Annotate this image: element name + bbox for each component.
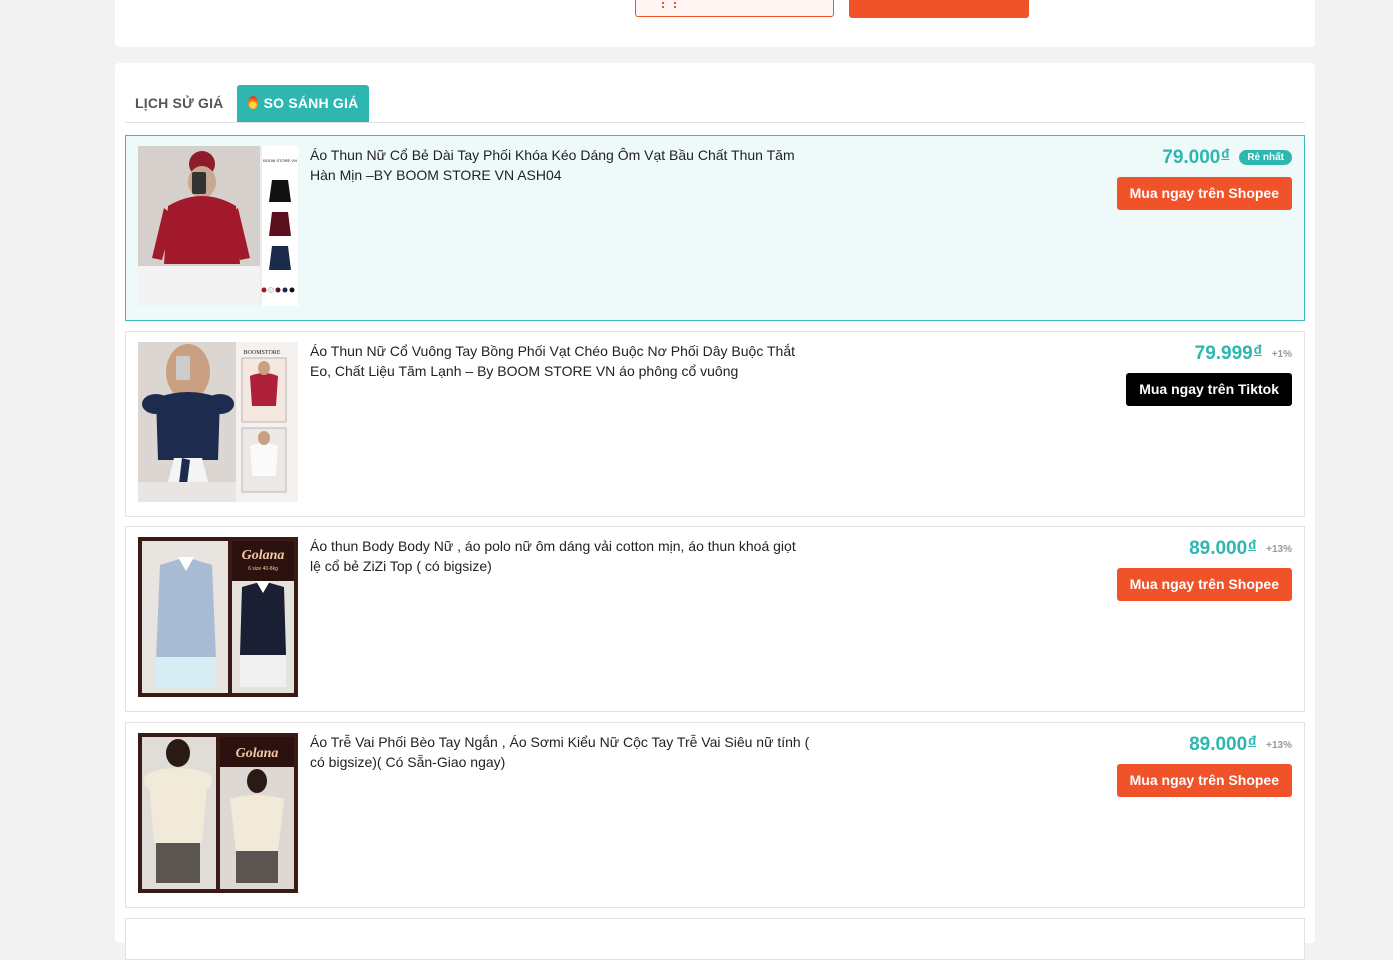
thumb-size-label: 6 size 40-8kg <box>248 566 278 572</box>
thumb-brand-label: Golana <box>242 548 285 563</box>
product-price: 79.999 <box>1194 343 1253 364</box>
product-item: BOOMSTORE Áo Thun Nữ Cổ Vuông Tay Bồng P… <box>125 331 1305 517</box>
tab-price-compare[interactable]: SO SÁNH GIÁ <box>237 85 369 122</box>
product-image[interactable]: BOOM STORE VN <box>138 146 298 306</box>
product-image[interactable]: Golana <box>138 733 298 893</box>
thumb-store-label: BOOM STORE VN <box>263 158 297 163</box>
thumb-store-label: BOOMSTORE <box>244 350 281 356</box>
currency-symbol: đ <box>1221 146 1230 161</box>
tab-price-compare-label: SO SÁNH GIÁ <box>263 95 359 111</box>
price-diff: +13% <box>1266 740 1292 751</box>
currency-symbol: đ <box>1253 342 1262 357</box>
cheapest-badge: Rẻ nhất <box>1239 150 1292 165</box>
product-price: 89.000 <box>1189 538 1248 559</box>
add-to-cart-button[interactable] <box>635 0 834 17</box>
buy-on-shopee-button[interactable]: Mua ngay trên Shopee <box>1116 568 1292 601</box>
product-title[interactable]: Áo thun Body Body Nữ , áo polo nữ ôm dán… <box>310 537 810 576</box>
price-diff: +1% <box>1271 349 1292 360</box>
product-title[interactable]: Áo Trễ Vai Phối Bèo Tay Ngắn , Áo Sơmi K… <box>310 733 810 772</box>
product-title[interactable]: Áo Thun Nữ Cổ Vuông Tay Bồng Phối Vạt Ch… <box>310 342 810 381</box>
product-item: Golana Áo Trễ Vai Phối Bèo Tay Ngắn , Áo… <box>125 722 1305 908</box>
thumb-brand-label: Golana <box>236 746 279 761</box>
buy-now-button[interactable] <box>849 0 1029 18</box>
price-row: 79.000đ Rẻ nhất <box>1162 146 1292 170</box>
top-action-card <box>115 0 1315 47</box>
buy-on-shopee-button[interactable]: Mua ngay trên Shopee <box>1116 177 1292 210</box>
fire-icon <box>247 96 258 109</box>
product-item <box>125 918 1305 960</box>
tab-bar: LỊCH SỬ GIÁ SO SÁNH GIÁ <box>125 85 1305 123</box>
product-image-art: BOOM STORE VN <box>138 146 298 306</box>
price-panel: LỊCH SỬ GIÁ SO SÁNH GIÁ BOOM STORE VN Áo… <box>115 63 1315 960</box>
product-image-art: Golana <box>138 733 298 893</box>
buy-on-tiktok-button[interactable]: Mua ngay trên Tiktok <box>1126 373 1292 406</box>
product-image[interactable]: Golana 6 size 40-8kg <box>138 537 298 697</box>
currency-symbol: đ <box>1248 537 1257 552</box>
product-item: BOOM STORE VN Áo Thun Nữ Cổ Bẻ Dài Tay P… <box>125 135 1305 321</box>
product-title[interactable]: Áo Thun Nữ Cổ Bẻ Dài Tay Phối Khóa Kéo D… <box>310 146 810 185</box>
price-diff: +13% <box>1266 544 1292 555</box>
product-price: 79.000 <box>1162 147 1221 168</box>
product-image-art: Golana 6 size 40-8kg <box>138 537 298 697</box>
product-price: 89.000 <box>1189 734 1248 755</box>
tab-price-history[interactable]: LỊCH SỬ GIÁ <box>135 85 223 122</box>
price-row: 89.000đ +13% <box>1189 733 1292 757</box>
cart-icon <box>662 2 676 8</box>
currency-symbol: đ <box>1248 733 1257 748</box>
product-image[interactable]: BOOMSTORE <box>138 342 298 502</box>
product-image-art: BOOMSTORE <box>138 342 298 502</box>
product-item: Golana 6 size 40-8kg Áo thun Body Body N… <box>125 526 1305 712</box>
price-row: 79.999đ +1% <box>1195 342 1292 366</box>
buy-on-shopee-button[interactable]: Mua ngay trên Shopee <box>1116 764 1292 797</box>
price-row: 89.000đ +13% <box>1189 537 1292 561</box>
